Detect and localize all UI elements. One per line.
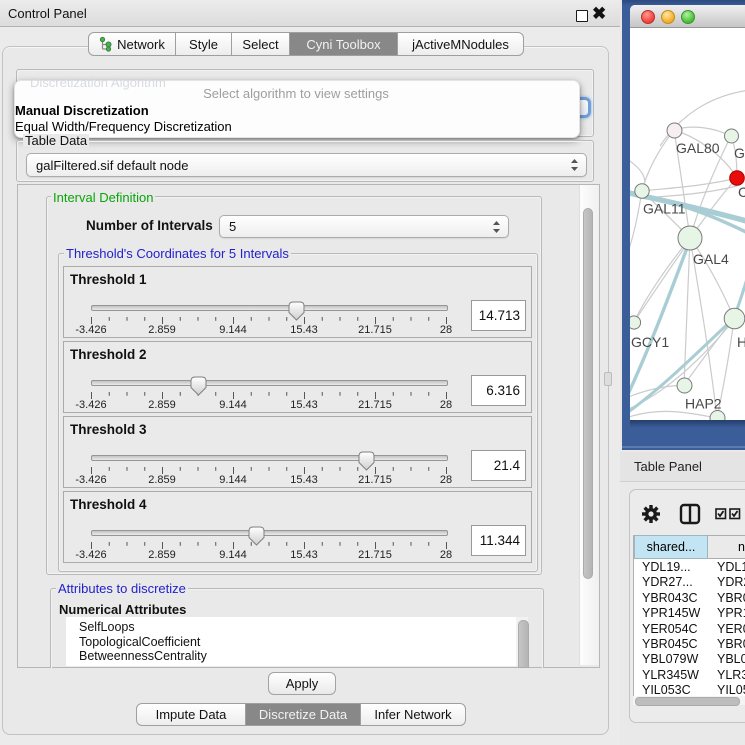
svg-text:HD: HD xyxy=(737,334,745,350)
svg-text:C: C xyxy=(738,184,745,200)
svg-text:GAL80: GAL80 xyxy=(676,140,720,156)
svg-text:GA: GA xyxy=(734,145,745,161)
svg-text:GAL11: GAL11 xyxy=(643,201,686,217)
svg-text:GAL4: GAL4 xyxy=(693,251,729,267)
svg-text:GCY1: GCY1 xyxy=(631,334,669,350)
svg-text:HAP2: HAP2 xyxy=(685,396,722,412)
